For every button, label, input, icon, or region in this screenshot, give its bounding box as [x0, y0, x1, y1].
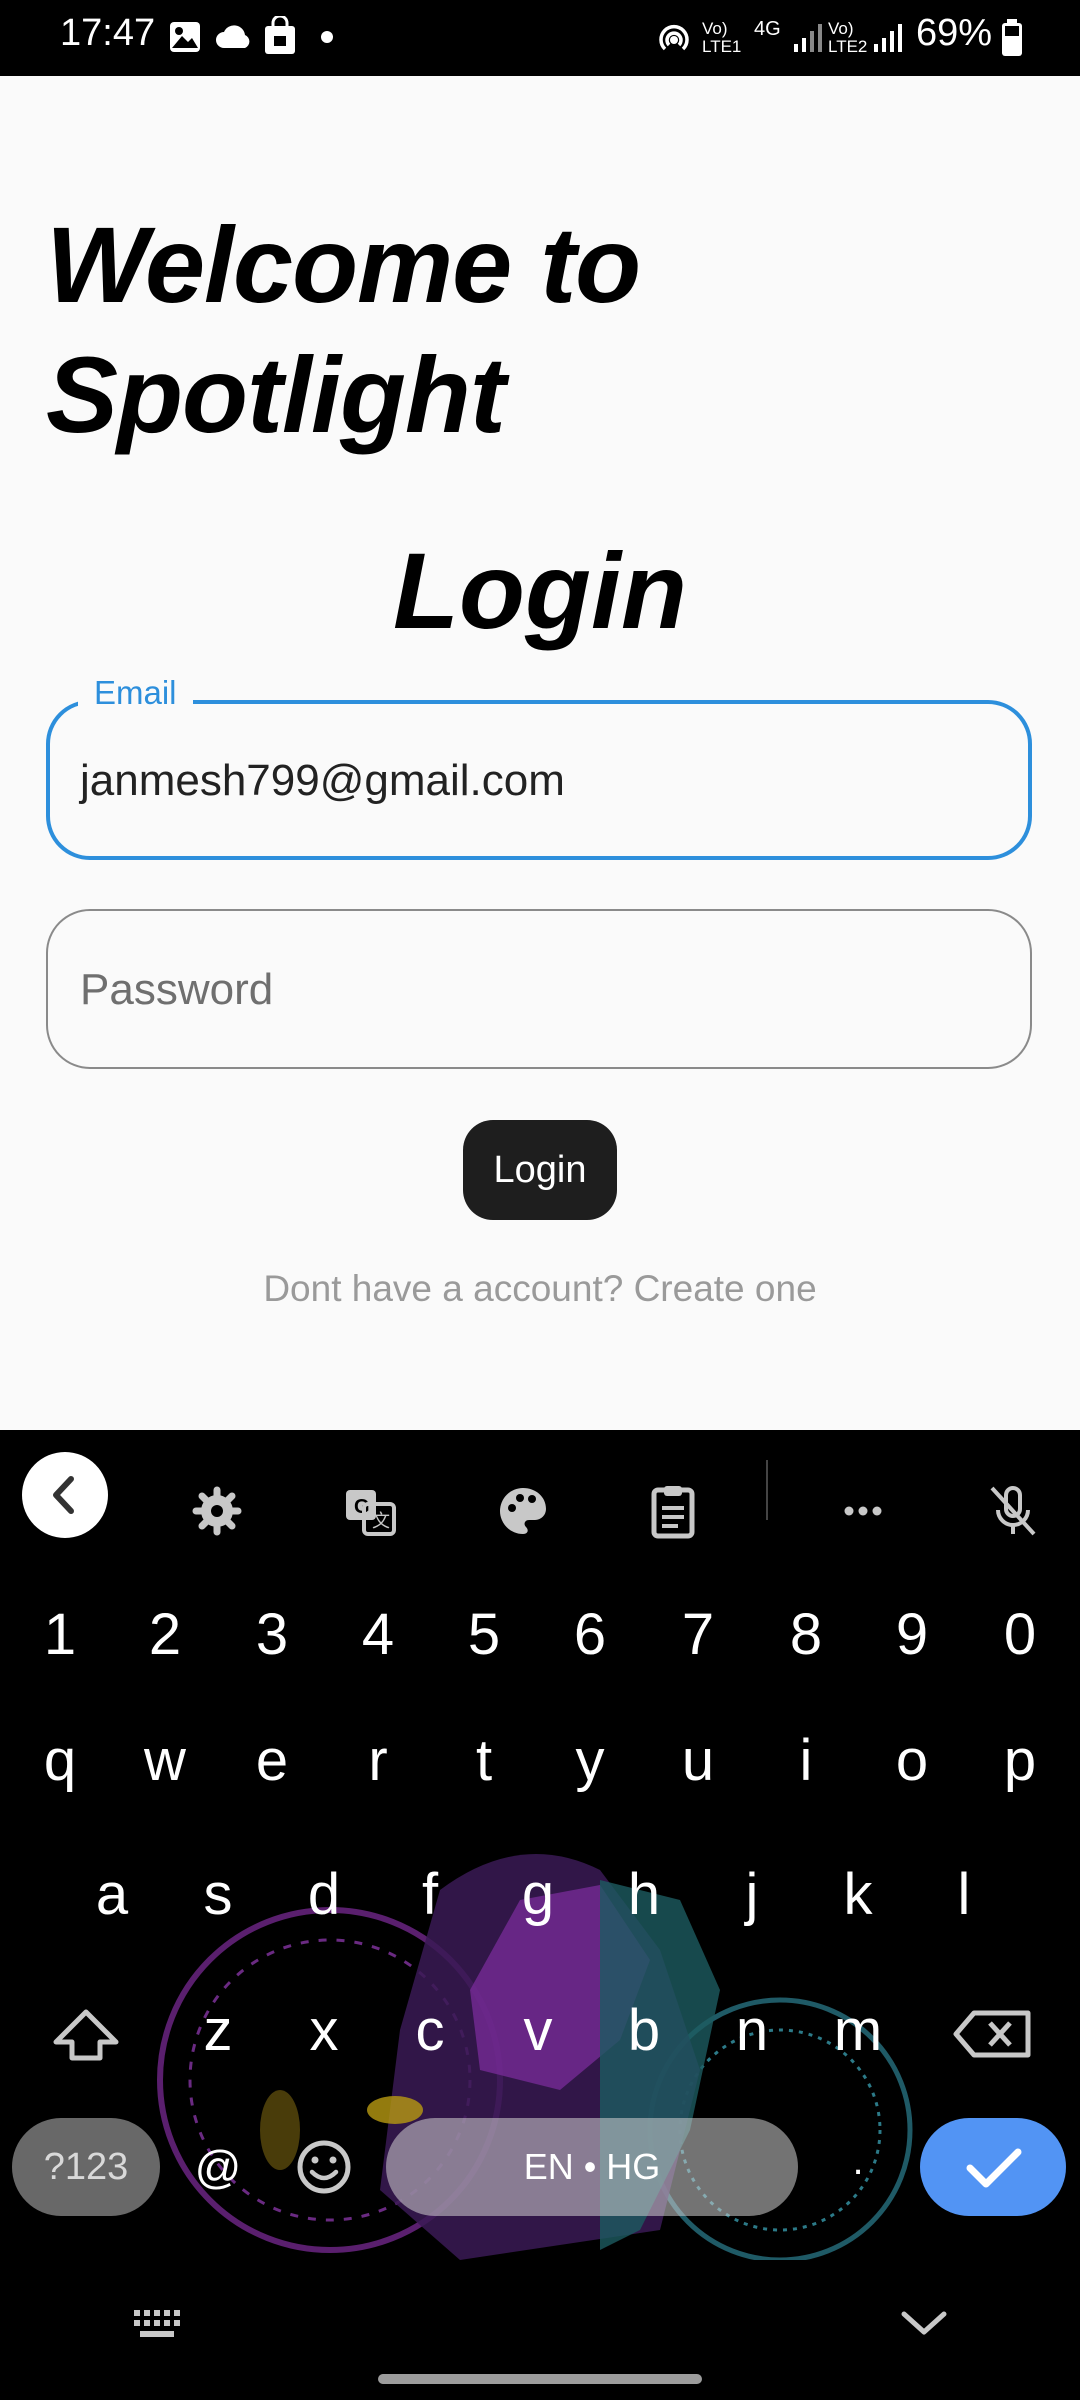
volte-lte1-label: Vo) LTE1 — [702, 19, 742, 56]
login-heading: Login — [393, 530, 687, 651]
key-d[interactable]: d — [274, 1840, 374, 1950]
notification-dot-icon — [320, 30, 334, 49]
key-m[interactable]: m — [808, 1976, 908, 2086]
password-field[interactable]: Password — [46, 909, 1032, 1069]
key-h[interactable]: h — [594, 1840, 694, 1950]
key-r[interactable]: r — [328, 1706, 428, 1816]
key-z[interactable]: z — [168, 1976, 268, 2086]
key-f[interactable]: f — [380, 1840, 480, 1950]
backspace-icon — [953, 2010, 1031, 2058]
email-value: janmesh799@gmail.com — [80, 756, 565, 805]
key-o[interactable]: o — [862, 1706, 962, 1816]
status-bar: 17:47 Vo) LTE1 4G Vo) LTE2 69% — [0, 0, 1080, 76]
key-s[interactable]: s — [168, 1840, 268, 1950]
key-3[interactable]: 3 — [222, 1580, 322, 1690]
key-q[interactable]: q — [10, 1706, 110, 1816]
period-key[interactable]: . — [808, 2106, 908, 2216]
password-placeholder: Password — [80, 965, 274, 1014]
keyboard: G文 1 2 3 4 5 6 7 8 9 0 q w e r t y u i o… — [0, 1430, 1080, 2400]
key-7[interactable]: 7 — [648, 1580, 748, 1690]
key-i[interactable]: i — [756, 1706, 856, 1816]
gallery-icon — [168, 20, 202, 59]
key-v[interactable]: v — [488, 1976, 588, 2086]
cloud-icon — [214, 20, 254, 59]
key-g[interactable]: g — [488, 1840, 588, 1950]
key-p[interactable]: p — [970, 1706, 1070, 1816]
key-4[interactable]: 4 — [328, 1580, 428, 1690]
key-t[interactable]: t — [434, 1706, 534, 1816]
bag-icon — [262, 14, 298, 61]
emoji-icon — [297, 2140, 351, 2194]
palette-icon[interactable] — [488, 1476, 558, 1546]
keyboard-switch-icon[interactable] — [130, 2304, 190, 2349]
at-key[interactable]: @ — [168, 2112, 268, 2222]
emoji-key[interactable] — [274, 2112, 374, 2222]
signal-1-icon — [792, 22, 822, 59]
hide-keyboard-icon[interactable] — [896, 2304, 952, 2349]
key-l[interactable]: l — [914, 1840, 1014, 1950]
toolbar-divider — [766, 1460, 768, 1520]
symbols-key[interactable]: ?123 — [12, 2118, 160, 2216]
chevron-left-icon — [53, 1476, 74, 1514]
welcome-title: Welcome to Spotlight — [46, 204, 641, 455]
key-j[interactable]: j — [702, 1840, 802, 1950]
more-icon[interactable] — [828, 1476, 898, 1546]
shift-icon — [53, 2009, 119, 2061]
key-k[interactable]: k — [808, 1840, 908, 1950]
email-label: Email — [78, 674, 193, 712]
key-a[interactable]: a — [62, 1840, 162, 1950]
settings-icon[interactable] — [182, 1476, 252, 1546]
enter-key[interactable] — [920, 2118, 1066, 2216]
space-key[interactable]: EN • HG — [386, 2118, 798, 2216]
key-w[interactable]: w — [115, 1706, 215, 1816]
translate-icon[interactable]: G文 — [334, 1476, 404, 1546]
toolbar-back-button[interactable] — [22, 1452, 108, 1538]
status-time: 17:47 — [60, 12, 156, 54]
login-button[interactable]: Login — [463, 1120, 617, 1220]
key-1[interactable]: 1 — [10, 1580, 110, 1690]
key-2[interactable]: 2 — [115, 1580, 215, 1690]
battery-icon — [1000, 18, 1024, 63]
email-field[interactable]: Email janmesh799@gmail.com — [46, 674, 1032, 860]
key-c[interactable]: c — [380, 1976, 480, 2086]
key-9[interactable]: 9 — [862, 1580, 962, 1690]
key-0[interactable]: 0 — [970, 1580, 1070, 1690]
backspace-key[interactable] — [944, 1978, 1044, 2088]
checkmark-icon — [966, 2148, 1022, 2188]
mic-off-icon[interactable] — [978, 1476, 1048, 1546]
svg-text:G: G — [354, 1496, 370, 1518]
hotspot-icon — [654, 18, 694, 63]
network-type-label: 4G — [754, 18, 781, 40]
key-b[interactable]: b — [594, 1976, 694, 2086]
create-account-link[interactable]: Dont have a account? Create one — [0, 1268, 1080, 1310]
key-n[interactable]: n — [702, 1976, 802, 2086]
clipboard-icon[interactable] — [638, 1476, 708, 1546]
signal-2-icon — [872, 22, 902, 59]
key-y[interactable]: y — [540, 1706, 640, 1816]
key-u[interactable]: u — [648, 1706, 748, 1816]
shift-key[interactable] — [36, 1978, 136, 2088]
key-e[interactable]: e — [222, 1706, 322, 1816]
home-indicator[interactable] — [378, 2374, 702, 2384]
key-6[interactable]: 6 — [540, 1580, 640, 1690]
battery-percent: 69% — [916, 12, 993, 54]
volte-lte2-label: Vo) LTE2 — [828, 19, 868, 56]
key-5[interactable]: 5 — [434, 1580, 534, 1690]
key-8[interactable]: 8 — [756, 1580, 856, 1690]
key-x[interactable]: x — [274, 1976, 374, 2086]
svg-text:文: 文 — [372, 1511, 390, 1531]
